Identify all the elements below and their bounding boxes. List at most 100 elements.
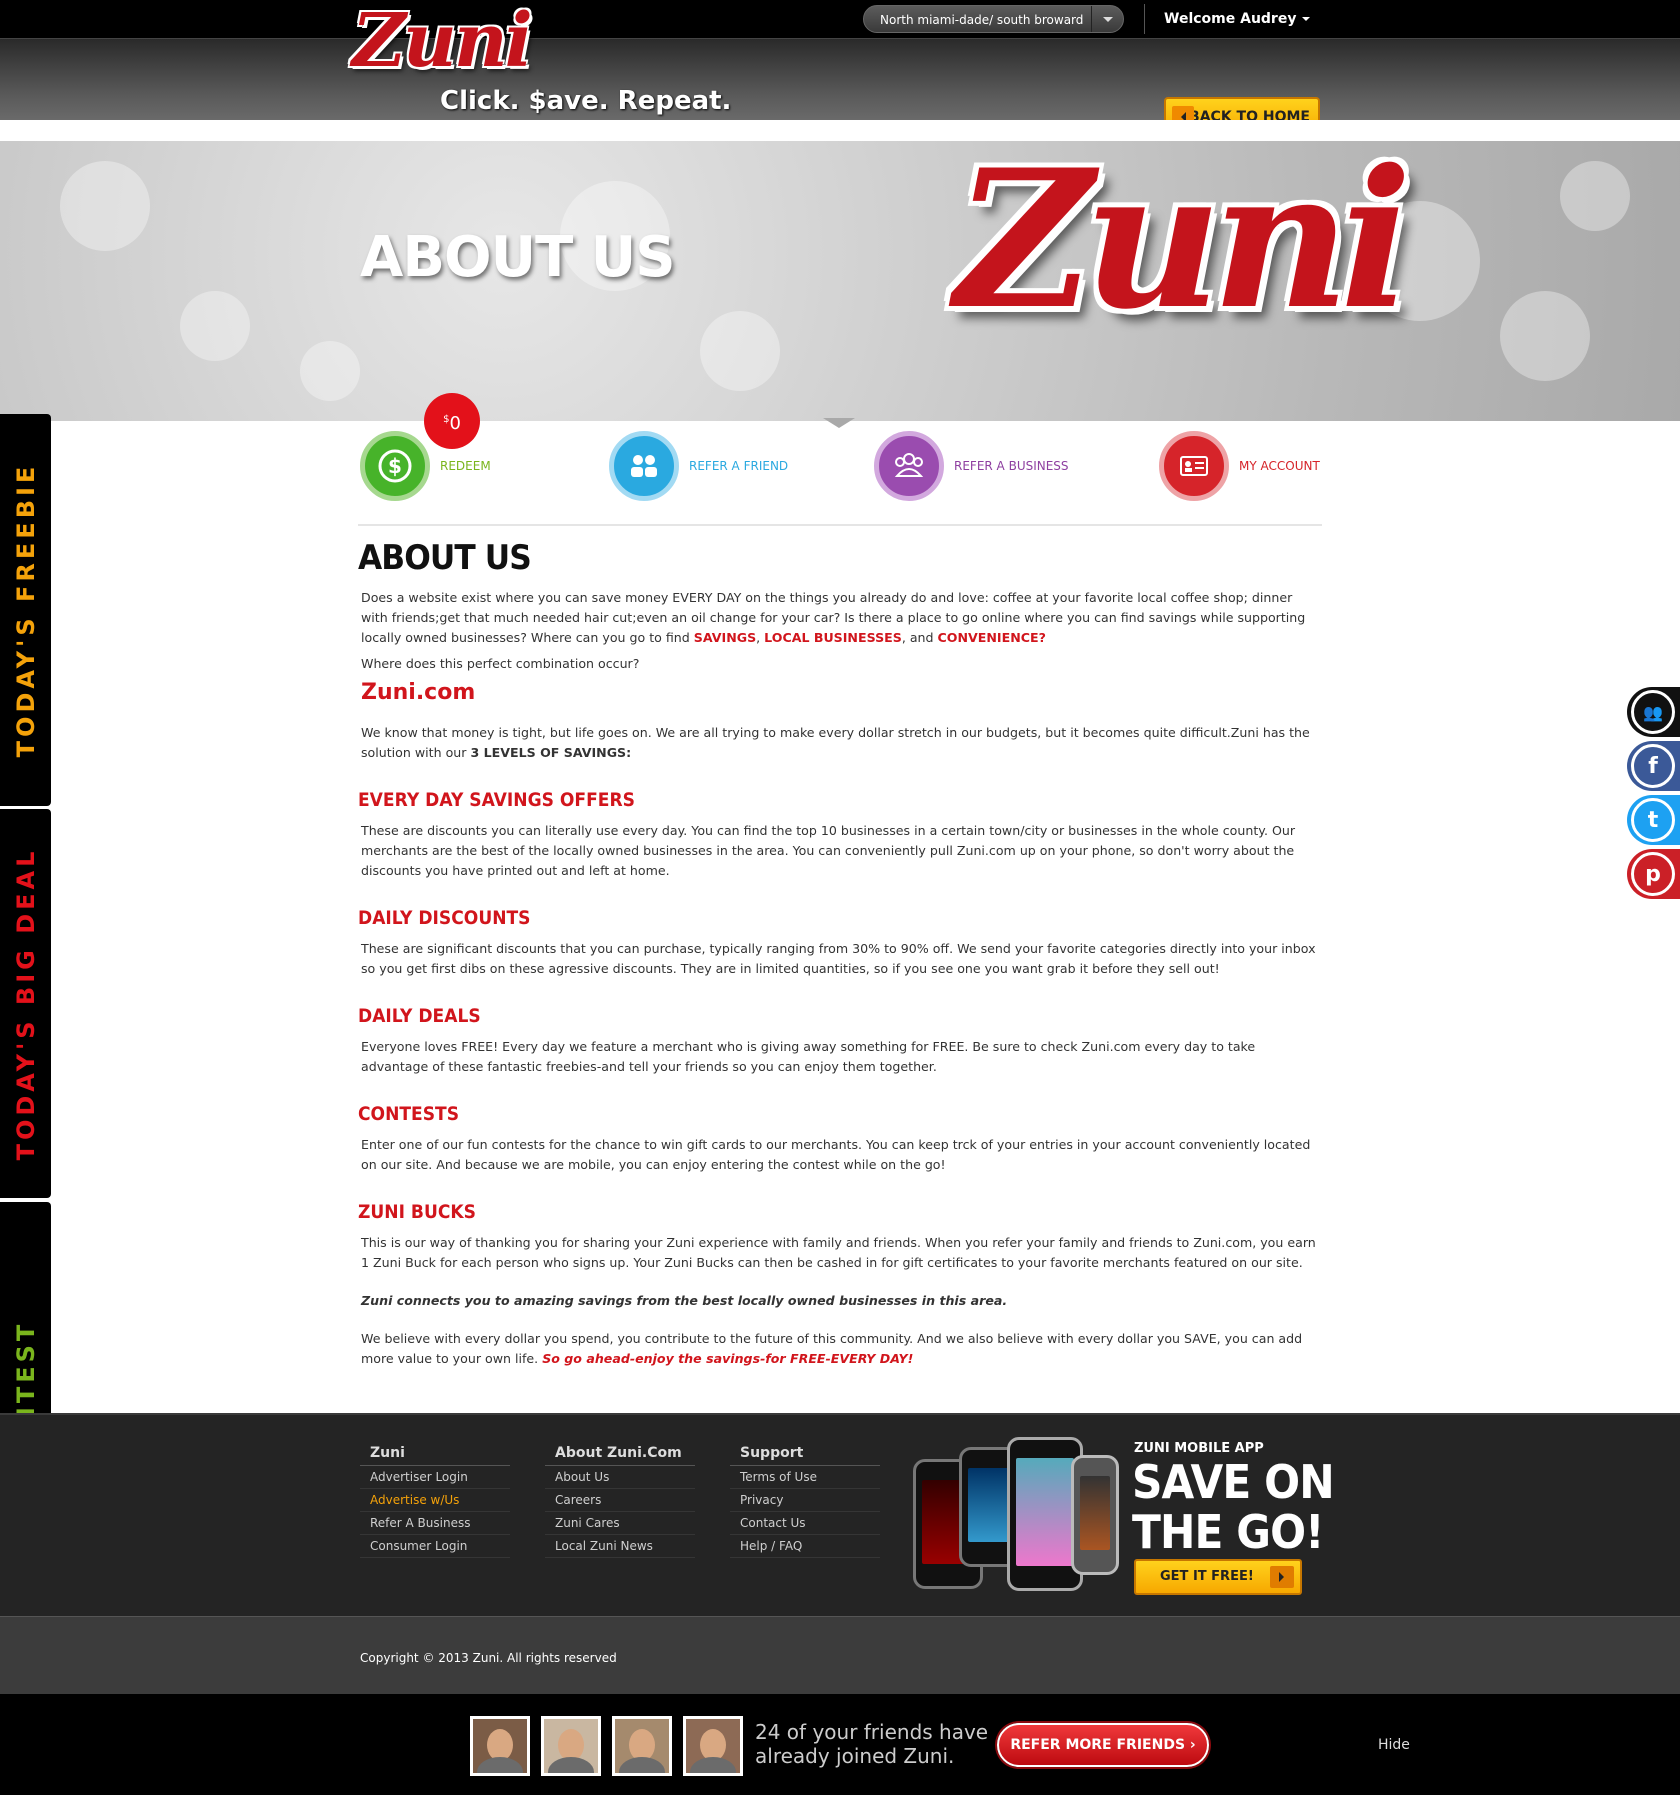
footer-link[interactable]: Zuni Cares <box>545 1512 695 1535</box>
footer-link[interactable]: Privacy <box>730 1489 880 1512</box>
intro-and: , and <box>901 630 934 645</box>
nav-my-account-label: MY ACCOUNT <box>1239 459 1320 473</box>
connects-text: Zuni connects you to amazing savings fro… <box>361 1293 1008 1308</box>
footer-col-title: About Zuni.Com <box>545 1445 695 1466</box>
id-card-icon <box>1159 431 1229 501</box>
arrow-right-icon <box>43 995 59 1011</box>
main-content: ABOUT US Does a website exist where you … <box>358 538 1322 1375</box>
footer-link[interactable]: Terms of Use <box>730 1466 880 1489</box>
bokeh-circle <box>1560 161 1630 231</box>
phones-image <box>913 1437 1123 1597</box>
avatar <box>541 1716 601 1776</box>
bokeh-circle <box>700 311 780 391</box>
app-headline: SAVE ON THE GO! <box>1132 1455 1335 1557</box>
footer-link[interactable]: About Us <box>545 1466 695 1489</box>
divider <box>1144 4 1145 34</box>
section-heading: DAILY DEALS <box>358 1005 481 1027</box>
avatar <box>683 1716 743 1776</box>
footer-link[interactable]: Local Zuni News <box>545 1535 695 1558</box>
bokeh-circle <box>60 161 150 251</box>
side-tab-label: TODAY'S FREEBIE <box>11 462 40 758</box>
copyright: Copyright © 2013 Zuni. All rights reserv… <box>360 1651 617 1665</box>
nav-refer-business[interactable]: REFER A BUSINESS <box>874 431 1069 501</box>
footer-link[interactable]: Help / FAQ <box>730 1535 880 1558</box>
avatar <box>612 1716 672 1776</box>
where-paragraph: Where does this perfect combination occu… <box>361 656 640 671</box>
footer-col-title: Zuni <box>360 1445 510 1466</box>
refer-more-friends-button[interactable]: REFER MORE FRIENDS › <box>997 1723 1209 1767</box>
section-heading: CONTESTS <box>358 1103 460 1125</box>
friends-icon: 👥 <box>1631 690 1675 734</box>
user-menu[interactable]: Welcome Audrey <box>1164 0 1311 38</box>
intro-convenience: CONVENIENCE? <box>937 630 1046 645</box>
welcome-label: Welcome Audrey <box>1164 11 1297 27</box>
social-pinterest[interactable]: p <box>1627 849 1680 899</box>
footer-col-support: Support Terms of Use Privacy Contact Us … <box>730 1445 880 1558</box>
footer-link[interactable]: Refer A Business <box>360 1512 510 1535</box>
chevron-right-icon: › <box>1189 1737 1196 1753</box>
bokeh-circle <box>180 291 250 361</box>
section-text: These are discounts you can literally us… <box>361 823 1296 878</box>
nav-refer-friend[interactable]: REFER A FRIEND <box>609 431 788 501</box>
nav-refer-friend-label: REFER A FRIEND <box>689 459 789 473</box>
hero-title: ABOUT US <box>360 225 676 290</box>
social-facebook[interactable]: f <box>1627 741 1680 791</box>
nav-my-account[interactable]: MY ACCOUNT <box>1159 431 1320 501</box>
arrow-right-icon <box>43 1388 59 1404</box>
side-tab-todays-freebie[interactable]: TODAY'S FREEBIE <box>0 414 51 806</box>
logo-tagline: Click. $ave. Repeat. <box>440 86 732 116</box>
app-title: ZUNI MOBILE APP <box>1134 1441 1264 1456</box>
money-paragraph: We know that money is tight, but life go… <box>358 723 1322 763</box>
logo[interactable]: Zuni Click. $ave. Repeat. <box>348 0 732 120</box>
levels-text: 3 LEVELS OF SAVINGS: <box>470 745 632 760</box>
chevron-down-icon[interactable] <box>1091 6 1123 32</box>
social-twitter[interactable]: t <box>1627 795 1680 845</box>
refer-more-label: REFER MORE FRIENDS <box>1010 1737 1186 1753</box>
get-it-free-label: GET IT FREE! <box>1160 1569 1254 1584</box>
social-friends[interactable]: 👥 <box>1627 687 1680 737</box>
svg-text:$: $ <box>388 454 402 478</box>
copyright-bar: Copyright © 2013 Zuni. All rights reserv… <box>0 1616 1680 1694</box>
friends-bar: 24 of your friends have already joined Z… <box>0 1694 1680 1795</box>
divider <box>358 524 1322 526</box>
footer-col-zuni: Zuni Advertiser Login Advertise w/Us Ref… <box>360 1445 510 1558</box>
friends-joined-line: already joined Zuni. <box>755 1744 955 1768</box>
footer-link[interactable]: Advertise w/Us <box>360 1489 510 1512</box>
section-text: Enter one of our fun contests for the ch… <box>361 1137 1311 1172</box>
region-select[interactable]: North miami-dade/ south broward <box>863 5 1124 33</box>
phone-illustration <box>1071 1455 1119 1575</box>
zuni-com-link[interactable]: Zuni.com <box>361 680 1322 705</box>
app-headline-line: SAVE ON <box>1132 1455 1335 1509</box>
group-icon <box>874 431 944 501</box>
nav-refer-business-label: REFER A BUSINESS <box>954 459 1069 473</box>
intro-paragraph: Does a website exist where you can save … <box>358 588 1322 648</box>
friends-joined-text: 24 of your friends have already joined Z… <box>755 1720 988 1768</box>
pinterest-icon: p <box>1631 852 1675 896</box>
footer-col-title: Support <box>730 1445 880 1466</box>
nav-redeem[interactable]: $ REDEEM <box>360 431 491 501</box>
believe-highlight: So go ahead-enjoy the savings-for FREE-E… <box>542 1351 914 1366</box>
hero-notch <box>823 418 855 444</box>
section-text: Everyone loves FREE! Every day we featur… <box>361 1039 1256 1074</box>
hero-logo: Zuni <box>955 141 1412 351</box>
people-icon <box>609 431 679 501</box>
footer-link[interactable]: Consumer Login <box>360 1535 510 1558</box>
facebook-icon: f <box>1631 744 1675 788</box>
caret-down-icon <box>1302 17 1311 25</box>
intro-savings: SAVINGS <box>693 630 757 645</box>
section-heading: DAILY DISCOUNTS <box>358 907 531 929</box>
twitter-icon: t <box>1631 798 1675 842</box>
section-text: This is our way of thanking you for shar… <box>361 1235 1316 1270</box>
get-it-free-button[interactable]: GET IT FREE! <box>1134 1559 1302 1595</box>
footer-link[interactable]: Careers <box>545 1489 695 1512</box>
bokeh-circle <box>1500 291 1590 381</box>
hide-button[interactable]: Hide <box>1378 1737 1410 1753</box>
dollar-icon: $ <box>360 431 430 501</box>
footer-link[interactable]: Advertiser Login <box>360 1466 510 1489</box>
footer-link[interactable]: Contact Us <box>730 1512 880 1535</box>
believe-paragraph: We believe with every dollar you spend, … <box>358 1329 1322 1369</box>
logo-word: Zuni <box>352 0 533 84</box>
bokeh-circle <box>300 341 360 401</box>
side-tab-todays-big-deal[interactable]: TODAY'S BIG DEAL <box>0 809 51 1198</box>
side-tab-label: TODAY'S BIG DEAL <box>11 847 40 1160</box>
